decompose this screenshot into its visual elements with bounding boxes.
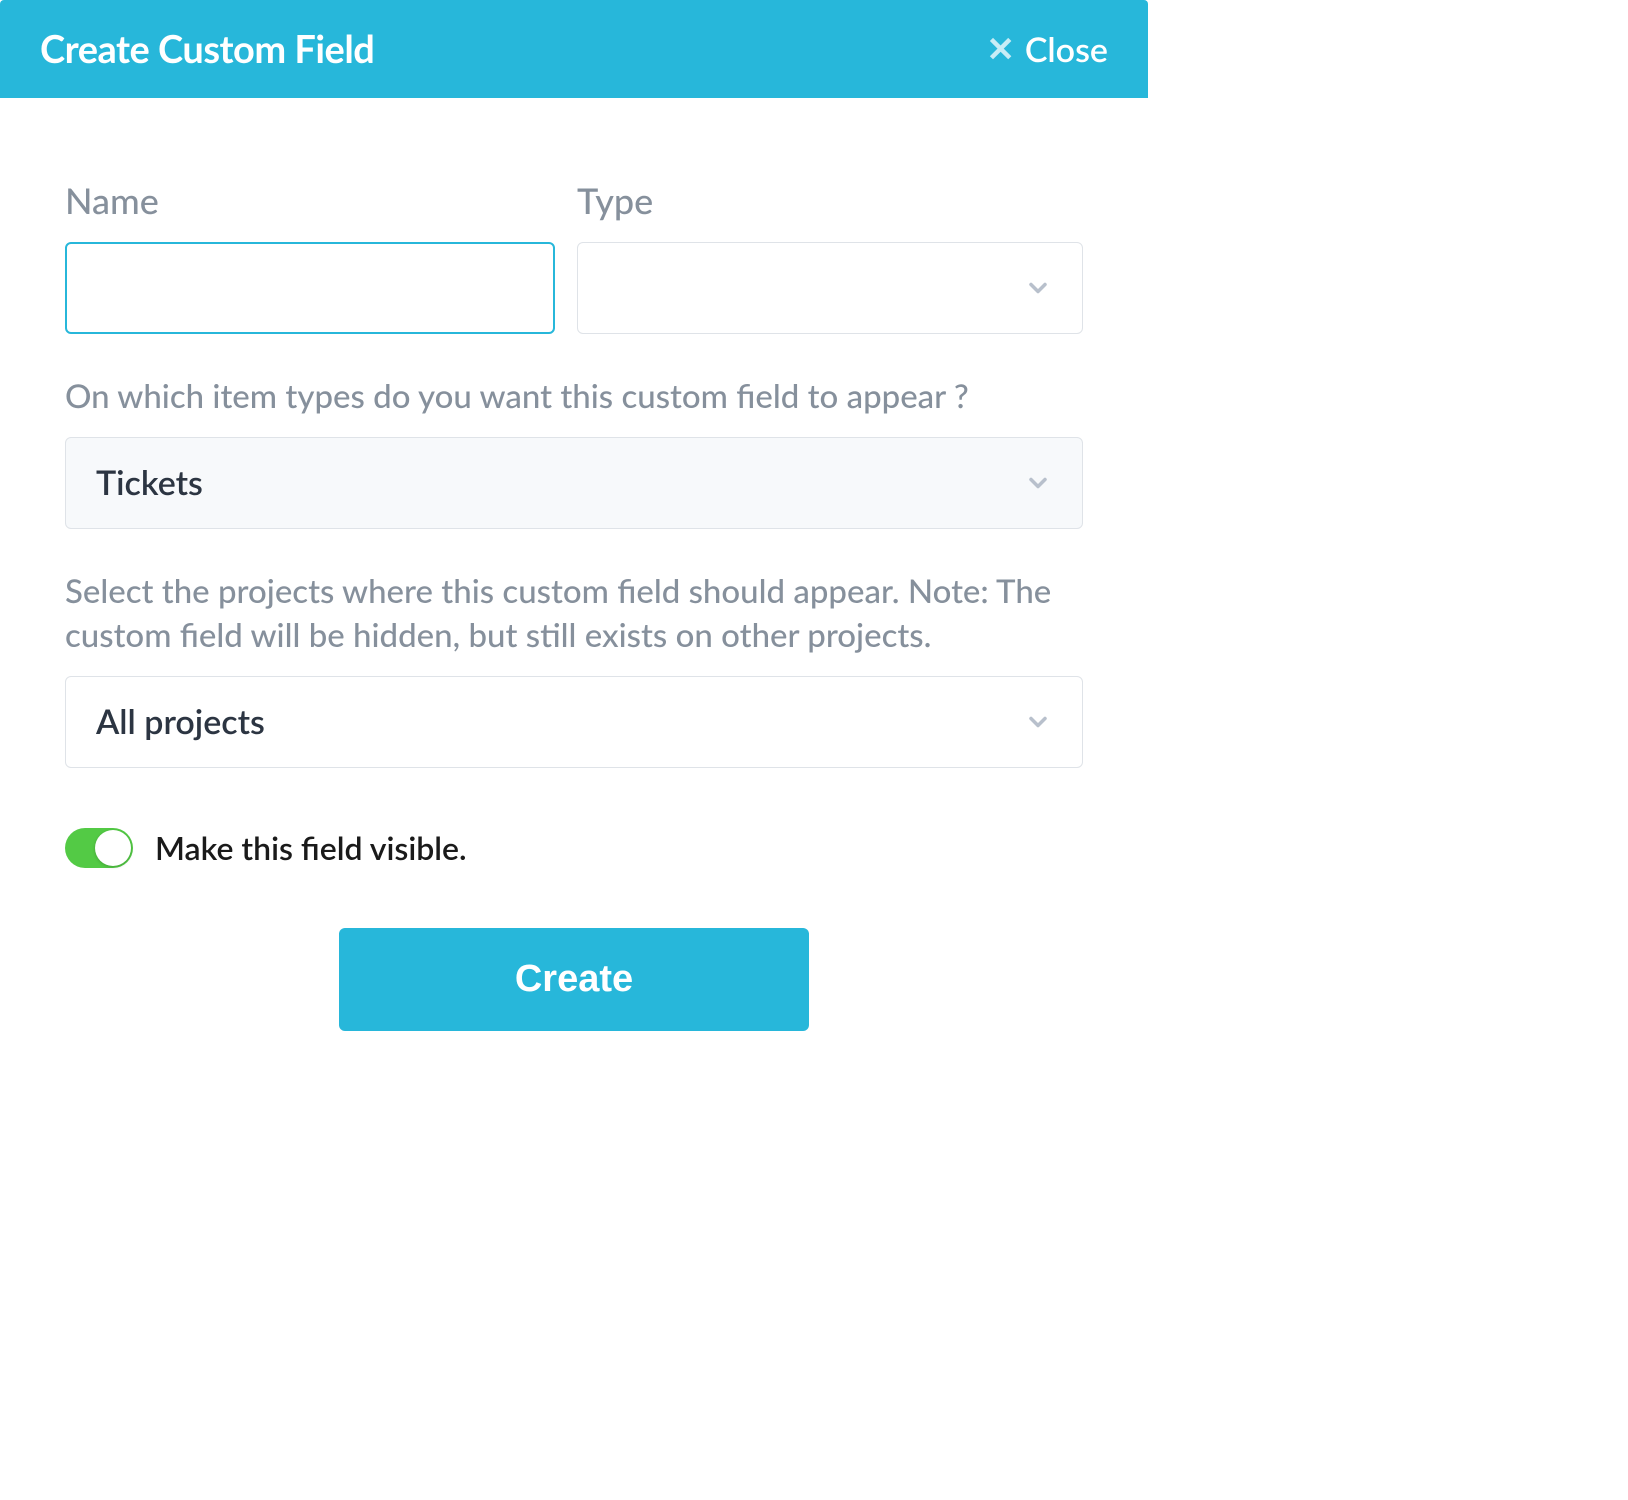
modal-footer: Create <box>65 928 1083 1031</box>
name-field-group: Name <box>65 178 555 334</box>
item-types-select-value: Tickets <box>96 462 203 503</box>
chevron-down-icon <box>1024 708 1052 736</box>
visible-toggle-row: Make this field visible. <box>65 828 1083 868</box>
projects-select[interactable]: All projects <box>65 676 1083 768</box>
close-button[interactable]: ✕ Close <box>986 28 1108 70</box>
close-label: Close <box>1025 29 1108 70</box>
name-type-row: Name Type <box>65 178 1083 334</box>
name-input[interactable] <box>65 242 555 334</box>
chevron-down-icon <box>1024 274 1052 302</box>
modal-body: Name Type On which item types do you wan… <box>0 98 1148 1091</box>
projects-field-group: Select the projects where this custom fi… <box>65 569 1083 768</box>
toggle-knob <box>95 830 131 866</box>
type-select[interactable] <box>577 242 1083 334</box>
name-label: Name <box>65 178 555 222</box>
create-custom-field-modal: Create Custom Field ✕ Close Name Type On… <box>0 0 1148 1091</box>
projects-select-value: All projects <box>96 701 265 742</box>
type-label: Type <box>577 178 1083 222</box>
close-icon: ✕ <box>986 28 1015 70</box>
visible-toggle[interactable] <box>65 828 133 868</box>
create-button[interactable]: Create <box>339 928 809 1031</box>
type-field-group: Type <box>577 178 1083 334</box>
item-types-select[interactable]: Tickets <box>65 437 1083 529</box>
visible-toggle-label: Make this field visible. <box>155 828 467 867</box>
item-types-field-group: On which item types do you want this cus… <box>65 374 1083 529</box>
item-types-question: On which item types do you want this cus… <box>65 374 1083 419</box>
chevron-down-icon <box>1024 469 1052 497</box>
projects-question: Select the projects where this custom fi… <box>65 569 1083 658</box>
modal-header: Create Custom Field ✕ Close <box>0 0 1148 98</box>
modal-title: Create Custom Field <box>40 26 374 72</box>
